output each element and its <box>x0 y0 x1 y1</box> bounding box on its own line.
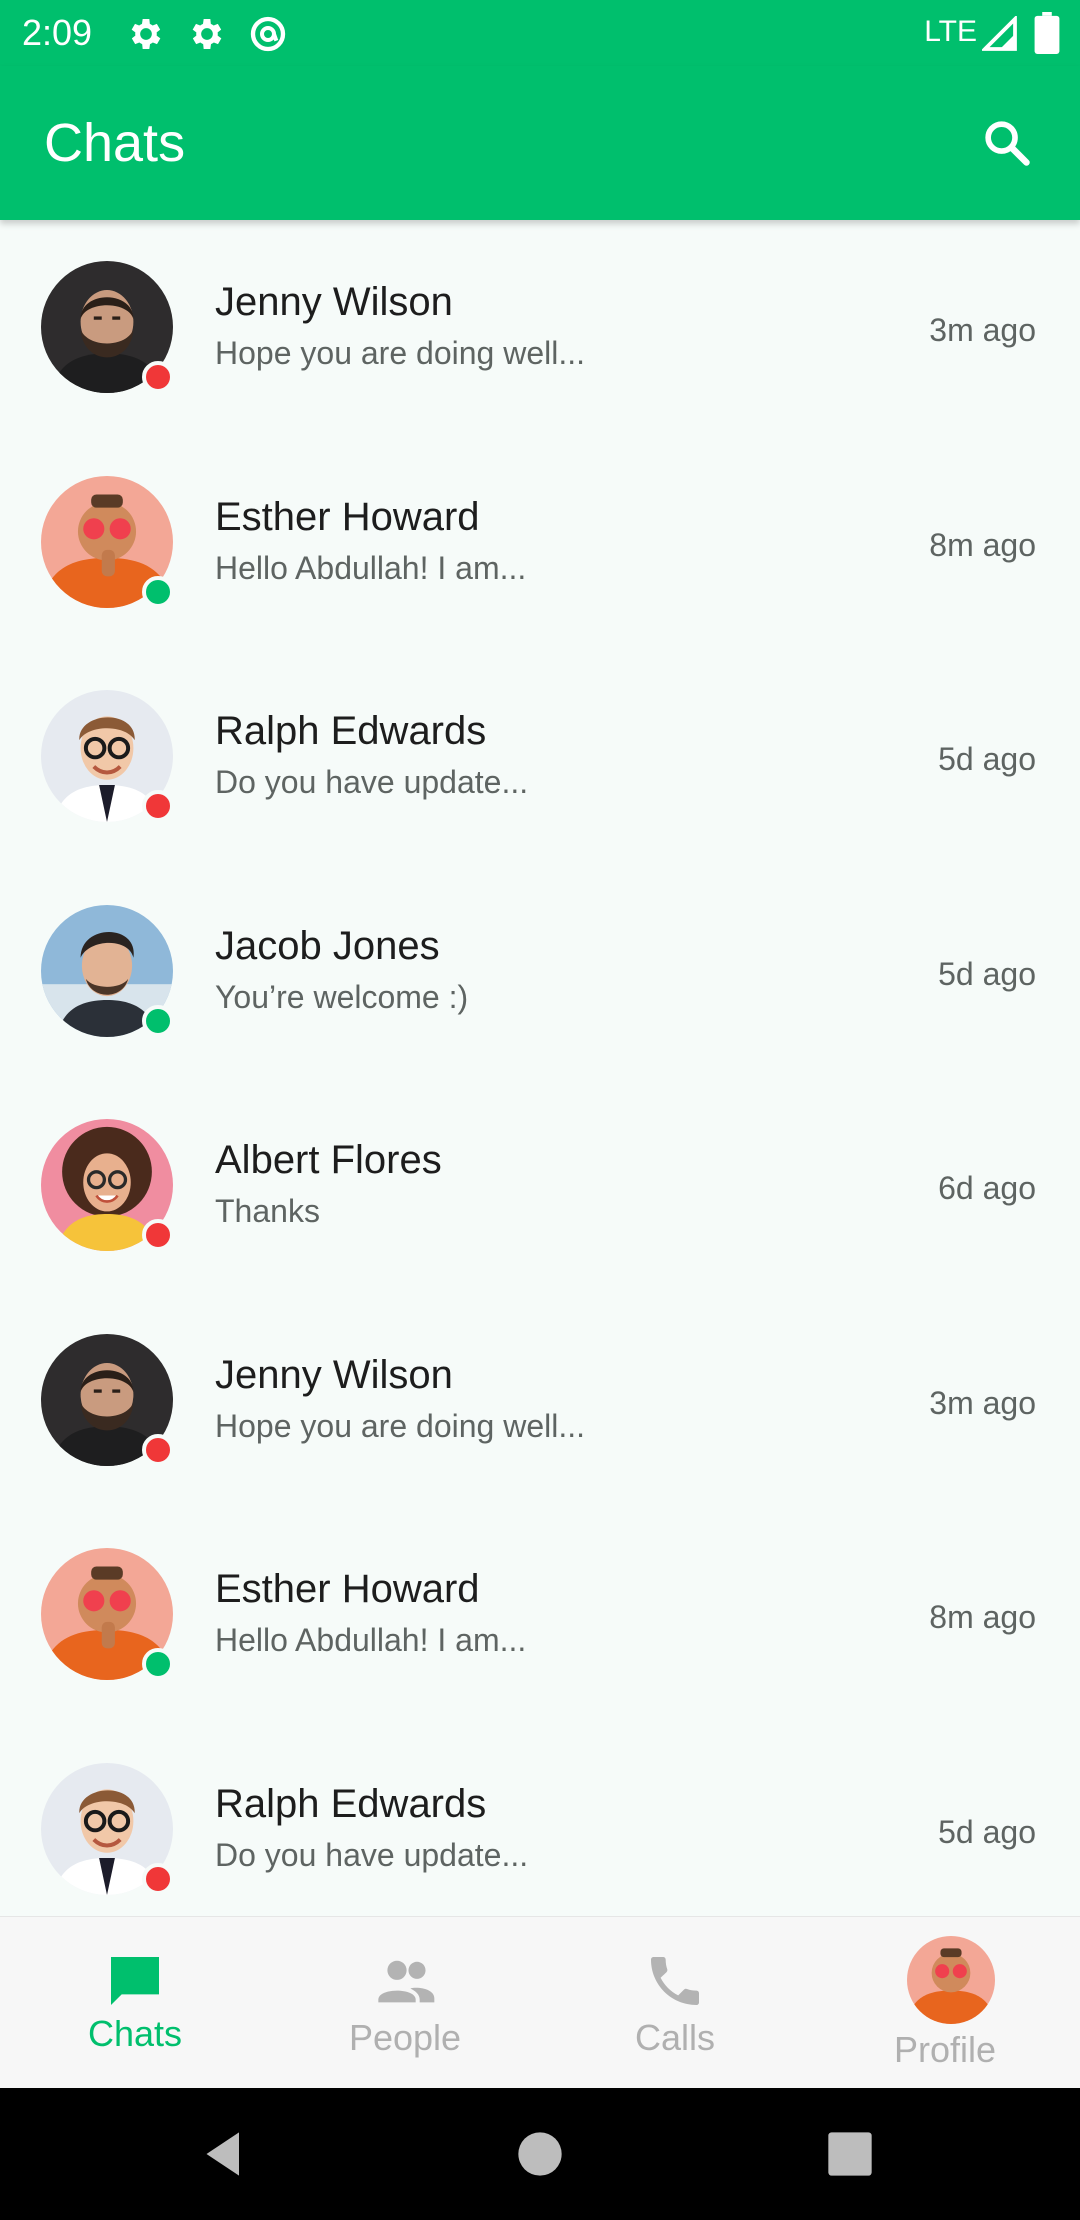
nav-tab-calls[interactable]: Calls <box>540 1917 810 2089</box>
app-bar: Chats <box>0 66 1080 220</box>
offline-status-dot <box>142 1862 174 1895</box>
nav-label-people: People <box>348 2017 462 2058</box>
nav-label-calls: Calls <box>634 2017 715 2058</box>
phone-icon <box>651 1957 699 2005</box>
settings-icon <box>131 19 161 49</box>
last-message: Do you have update... <box>215 1836 529 1873</box>
message-time: 8m ago <box>929 526 1036 563</box>
profile-avatar <box>907 1936 995 2024</box>
chat-list-item[interactable]: Ralph Edwards Do you have update... 5d ago <box>0 1722 1080 1917</box>
chat-list-item[interactable]: Esther Howard Hello Abdullah! I am... 8m a… <box>0 435 1080 649</box>
last-message: Hope you are doing well... <box>215 335 585 371</box>
last-message: Hope you are doing well... <box>215 1407 585 1444</box>
battery-icon <box>1034 12 1060 54</box>
chat-list-item[interactable]: Ralph Edwards Do you have update... 5d ago <box>0 649 1080 863</box>
nav-tab-profile[interactable]: Profile <box>810 1917 1080 2089</box>
status-time: 2:09 <box>22 12 93 53</box>
contact-name: Ralph Edwards <box>215 709 487 753</box>
offline-status-dot <box>142 1433 174 1466</box>
chat-list-item[interactable]: Jenny Wilson Hope you are doing well... 3m… <box>0 220 1080 434</box>
avatar <box>41 1119 174 1251</box>
online-status-dot <box>142 1648 174 1680</box>
message-time: 3m ago <box>929 312 1036 348</box>
message-time: 5d ago <box>938 1813 1036 1850</box>
bottom-navigation: Chats People Calls Profile <box>0 1916 1080 2088</box>
last-message: Hello Abdullah! I am... <box>215 549 527 586</box>
avatar <box>41 1762 174 1895</box>
avatar <box>41 261 174 393</box>
offline-status-dot <box>142 1219 174 1251</box>
recents-icon[interactable] <box>824 2128 876 2180</box>
message-time: 5d ago <box>938 741 1036 777</box>
settings-icon <box>192 19 222 49</box>
nav-tab-chats[interactable]: Chats <box>0 1917 270 2089</box>
contact-name: Jenny Wilson <box>215 1352 453 1397</box>
contact-name: Ralph Edwards <box>215 1781 487 1826</box>
chat-list-item[interactable]: Jacob Jones You’re welcome :) 5d ago <box>0 864 1080 1078</box>
back-icon[interactable] <box>200 2128 252 2180</box>
avatar <box>41 690 174 822</box>
network-type: LTE <box>924 15 977 48</box>
message-time: 6d ago <box>938 1170 1036 1206</box>
contact-name: Jacob Jones <box>215 923 440 968</box>
avatar <box>41 1333 174 1466</box>
search-button[interactable] <box>974 110 1040 176</box>
avatar <box>41 904 174 1037</box>
system-navigation-bar <box>0 2088 1080 2220</box>
chat-list[interactable]: Jenny Wilson Hope you are doing well... 3m… <box>0 220 1080 1916</box>
people-icon <box>378 1960 435 2003</box>
chat-bubble-icon <box>111 1957 159 2005</box>
search-icon <box>985 121 1030 166</box>
home-icon[interactable] <box>514 2128 566 2180</box>
contact-name: Esther Howard <box>215 1567 480 1611</box>
nav-label-chats: Chats <box>87 2013 183 2054</box>
chat-list-item[interactable]: Esther Howard Hello Abdullah! I am... 8m a… <box>0 1507 1080 1721</box>
online-status-dot <box>142 575 174 608</box>
contact-name: Albert Flores <box>215 1138 442 1182</box>
nav-tab-people[interactable]: People <box>270 1917 540 2089</box>
message-time: 3m ago <box>929 1384 1036 1421</box>
chat-list-item[interactable]: Jenny Wilson Hope you are doing well... 3m… <box>0 1293 1080 1507</box>
signal-icon <box>982 16 1017 51</box>
avatar <box>41 475 174 608</box>
contact-name: Jenny Wilson <box>215 280 453 324</box>
last-message: Hello Abdullah! I am... <box>215 1622 527 1658</box>
chat-list-item[interactable]: Albert Flores Thanks 6d ago <box>0 1078 1080 1292</box>
contact-name: Esther Howard <box>215 494 480 539</box>
last-message: Do you have update... <box>215 764 529 800</box>
at-sign-icon <box>250 16 286 52</box>
offline-status-dot <box>142 790 174 822</box>
avatar <box>41 1548 174 1680</box>
page-title: Chats <box>44 113 186 173</box>
offline-status-dot <box>142 361 174 393</box>
last-message: You’re welcome :) <box>215 978 469 1015</box>
message-time: 8m ago <box>929 1599 1036 1635</box>
online-status-dot <box>142 1004 174 1037</box>
last-message: Thanks <box>215 1193 320 1229</box>
message-time: 5d ago <box>938 955 1036 992</box>
nav-label-profile: Profile <box>893 2029 997 2070</box>
status-bar: 2:09 LTE <box>0 0 1080 66</box>
